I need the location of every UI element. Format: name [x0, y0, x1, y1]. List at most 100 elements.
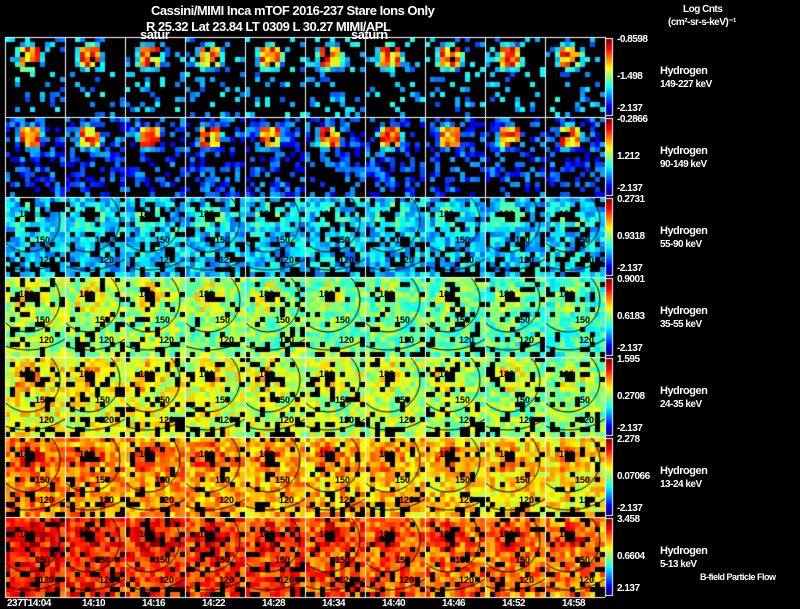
contour-label: 150 [395, 235, 411, 245]
contour-label: 180 [19, 449, 35, 459]
contour-label: 180 [259, 369, 275, 379]
contour-label: 120 [219, 415, 235, 425]
contour-label: 120 [39, 415, 55, 425]
contour-label: 180 [559, 529, 575, 539]
contour-label: 120 [159, 415, 175, 425]
contour-label: 180 [319, 529, 335, 539]
contour-label: 120 [279, 255, 295, 265]
contour-label: 120 [279, 575, 295, 585]
contour-label: 120 [339, 415, 355, 425]
contour-label: 120 [39, 575, 55, 585]
energy-label: 55-90 keV [660, 239, 702, 250]
contour-label: 150 [275, 395, 291, 405]
time-tick-label: 14:28 [262, 598, 286, 609]
contour-label: 150 [515, 555, 531, 565]
contour-label: 180 [439, 289, 455, 299]
overlay-label-left: satur [140, 27, 170, 42]
contour-label: 120 [99, 575, 115, 585]
contour-label: 120 [99, 335, 115, 345]
contour-label: 180 [19, 209, 35, 219]
contour-label: 120 [399, 415, 415, 425]
contour-label: 180 [259, 449, 275, 459]
contour-label: 120 [459, 575, 475, 585]
time-tick-label: 14:58 [562, 598, 586, 609]
contour-label: 180 [199, 529, 215, 539]
contour-label: 120 [459, 415, 475, 425]
contour-label: 120 [519, 335, 535, 345]
contour-label: 120 [159, 335, 175, 345]
contour-label: 180 [439, 209, 455, 219]
time-tick-label: 14:46 [442, 598, 466, 609]
contour-label: 180 [319, 369, 335, 379]
contour-label: 120 [519, 415, 535, 425]
contour-label: 150 [395, 475, 411, 485]
contour-label: 150 [35, 395, 51, 405]
contour-label: 150 [575, 235, 591, 245]
contour-label: 120 [459, 495, 475, 505]
contour-label: 150 [335, 475, 351, 485]
contour-label: 150 [455, 555, 471, 565]
contour-label: 120 [219, 495, 235, 505]
contour-label: 120 [579, 415, 595, 425]
contour-label: 180 [139, 369, 155, 379]
contour-label: 120 [519, 495, 535, 505]
contour-label: 180 [559, 449, 575, 459]
contour-label: 150 [275, 315, 291, 325]
colorbar-mid: 0.6604 [617, 551, 645, 562]
contour-label: 180 [559, 289, 575, 299]
contour-label: 180 [19, 529, 35, 539]
contour-label: 150 [215, 555, 231, 565]
species-label: Hydrogen [660, 465, 708, 477]
contour-label: 150 [35, 235, 51, 245]
contour-label: 180 [139, 529, 155, 539]
contour-label: 150 [215, 475, 231, 485]
contour-label: 150 [35, 475, 51, 485]
overlay-label-right: saturn [351, 27, 388, 42]
colorbar-max: 1.595 [617, 354, 640, 365]
contour-label: 150 [455, 395, 471, 405]
contour-label: 150 [455, 475, 471, 485]
contour-label: 150 [575, 555, 591, 565]
contour-label: 180 [439, 529, 455, 539]
contour-label: 150 [515, 475, 531, 485]
contour-label: 120 [99, 255, 115, 265]
contour-label: 180 [559, 209, 575, 219]
colorbar-min: -2.137 [617, 423, 643, 434]
colorbar-min: -2.137 [617, 183, 643, 194]
colorbar-mid: 0.07066 [617, 471, 650, 482]
colorbar-max: -0.8598 [617, 34, 648, 45]
colorbar-max: -0.2866 [617, 114, 648, 125]
contour-label: 180 [79, 209, 95, 219]
colorbar-min: -2.137 [617, 503, 643, 514]
contour-label: 150 [215, 395, 231, 405]
colorbar-mid: 0.6183 [617, 311, 645, 322]
colorbar-min: -2.137 [617, 263, 643, 274]
contour-label: 150 [515, 315, 531, 325]
contour-label: 150 [95, 315, 111, 325]
contour-label: 120 [579, 335, 595, 345]
contour-label: 150 [575, 315, 591, 325]
contour-label: 150 [275, 475, 291, 485]
species-label: Hydrogen [660, 385, 708, 397]
contour-label: 120 [399, 575, 415, 585]
contour-label: 180 [439, 369, 455, 379]
contour-label: 180 [139, 209, 155, 219]
contour-label: 180 [439, 449, 455, 459]
contour-label: 120 [39, 335, 55, 345]
contour-label: 120 [459, 335, 475, 345]
colorbar-max: 0.9001 [617, 274, 645, 285]
time-tick-label: 14:34 [322, 598, 346, 609]
inca-plot: Cassini/MIMI Inca mTOF 2016-237 Stare Io… [0, 0, 800, 609]
contour-label: 150 [575, 475, 591, 485]
contour-label: 120 [279, 415, 295, 425]
contour-label: 150 [155, 555, 171, 565]
contour-label: 150 [35, 315, 51, 325]
species-label: Hydrogen [660, 65, 708, 77]
contour-label: 180 [379, 209, 395, 219]
contour-label: 180 [319, 449, 335, 459]
contour-label: 150 [395, 555, 411, 565]
contour-label: 180 [199, 289, 215, 299]
contour-label: 150 [35, 555, 51, 565]
contour-label: 150 [335, 235, 351, 245]
contour-label: 150 [275, 555, 291, 565]
